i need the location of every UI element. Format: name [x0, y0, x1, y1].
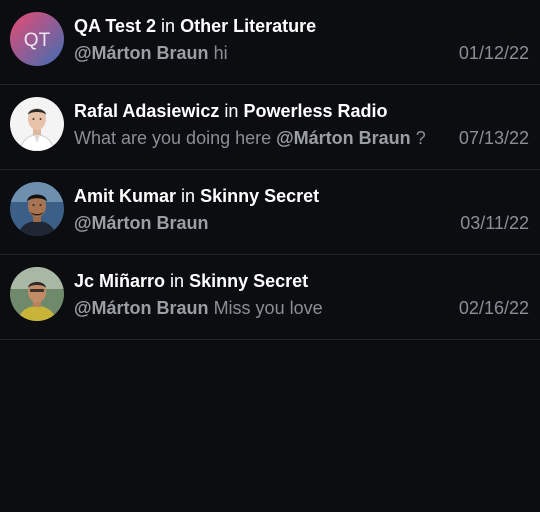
avatar[interactable]: [10, 97, 64, 151]
author-name[interactable]: Rafal Adasiewicz: [74, 101, 219, 121]
message-preview: @Márton Braun: [74, 213, 209, 234]
channel-name[interactable]: Powerless Radio: [243, 101, 387, 121]
notification-row[interactable]: Rafal Adasiewicz in Powerless Radio What…: [0, 85, 540, 170]
message-preview: @Márton Braun hi: [74, 43, 228, 64]
in-connector: in: [170, 271, 185, 291]
message-text-after: hi: [208, 43, 228, 63]
in-connector: in: [161, 16, 176, 36]
author-name[interactable]: Jc Miñarro: [74, 271, 165, 291]
author-name[interactable]: Amit Kumar: [74, 186, 176, 206]
message-text-before: What are you doing here: [74, 128, 277, 148]
in-connector: in: [224, 101, 239, 121]
mention[interactable]: @Márton Braun: [74, 43, 209, 63]
channel-name[interactable]: Skinny Secret: [189, 271, 308, 291]
notification-date: 07/13/22: [458, 128, 529, 148]
author-name[interactable]: QA Test 2: [74, 16, 156, 36]
avatar-initials: QT: [24, 30, 51, 51]
notification-title: Jc Miñarro in Skinny Secret: [74, 271, 308, 292]
message-preview: What are you doing here @Márton Braun ?: [74, 128, 426, 149]
notification-title: Rafal Adasiewicz in Powerless Radio: [74, 101, 388, 122]
avatar[interactable]: [10, 182, 64, 236]
notification-date: 01/12/22: [458, 43, 529, 63]
notification-title: QA Test 2 in Other Literature: [74, 16, 316, 37]
channel-name[interactable]: Skinny Secret: [200, 186, 319, 206]
notification-list: QT QA Test 2 in Other Literature @Márton…: [0, 0, 540, 340]
mention[interactable]: @Márton Braun: [74, 213, 209, 233]
avatar[interactable]: QT: [10, 12, 64, 66]
message-text-after: Miss you love: [208, 298, 323, 318]
notification-row[interactable]: QT QA Test 2 in Other Literature @Márton…: [0, 0, 540, 85]
mention[interactable]: @Márton Braun: [74, 298, 209, 318]
message-preview: @Márton Braun Miss you love: [74, 298, 323, 319]
channel-name[interactable]: Other Literature: [180, 16, 316, 36]
avatar[interactable]: [10, 267, 64, 321]
notification-row[interactable]: Amit Kumar in Skinny Secret @Márton Brau…: [0, 170, 540, 255]
mention[interactable]: @Márton Braun: [276, 128, 411, 148]
notification-title: Amit Kumar in Skinny Secret: [74, 186, 319, 207]
in-connector: in: [181, 186, 196, 206]
notification-row[interactable]: Jc Miñarro in Skinny Secret @Márton Brau…: [0, 255, 540, 340]
notification-date: 02/16/22: [458, 298, 529, 318]
message-text-after: ?: [410, 128, 426, 148]
notification-date: 03/11/22: [460, 213, 529, 233]
